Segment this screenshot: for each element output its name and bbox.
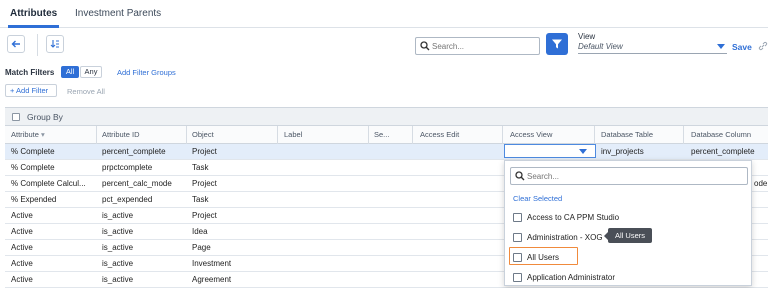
view-label: View xyxy=(578,32,596,41)
col-header-access-view[interactable]: Access View xyxy=(510,130,552,139)
group-by-icon xyxy=(12,113,20,121)
cell-attribute: Active xyxy=(11,259,33,268)
sort-asc-icon: ▾ xyxy=(41,130,45,139)
match-filters-label: Match Filters xyxy=(5,68,55,77)
toolbar-divider xyxy=(37,34,38,56)
cell-object: Project xyxy=(192,147,217,156)
funnel-icon xyxy=(552,39,562,49)
popup-search-box[interactable] xyxy=(510,167,748,185)
grid-header: Attribute ▾ Attribute ID Object Label Se… xyxy=(5,126,768,144)
caret-down-icon xyxy=(579,149,587,154)
tab-bar: Attributes Investment Parents xyxy=(0,0,768,28)
col-header-attribute[interactable]: Attribute ▾ xyxy=(11,130,45,139)
checkbox[interactable] xyxy=(513,213,522,222)
search-box[interactable] xyxy=(415,37,540,55)
col-header-access-edit[interactable]: Access Edit xyxy=(420,130,459,139)
view-select-value: Default View xyxy=(578,42,623,51)
cell-attribute-id: is_active xyxy=(102,243,134,252)
tab-attributes[interactable]: Attributes xyxy=(7,8,60,28)
search-icon xyxy=(420,41,430,51)
search-input[interactable] xyxy=(432,40,536,52)
save-button[interactable]: Save xyxy=(732,42,752,52)
option-label: Access to CA PPM Studio xyxy=(527,213,620,222)
option-label: Administration - XOG xyxy=(527,233,603,242)
col-header-object[interactable]: Object xyxy=(192,130,214,139)
filter-button[interactable] xyxy=(546,33,568,55)
col-header-label[interactable]: Label xyxy=(284,130,302,139)
access-view-dropdown[interactable] xyxy=(504,144,596,158)
cell-attribute: % Complete xyxy=(11,163,55,172)
cell-object: Idea xyxy=(192,227,208,236)
back-button[interactable] xyxy=(7,35,25,53)
col-header-attribute-id[interactable]: Attribute ID xyxy=(102,130,140,139)
cell-attribute: Active xyxy=(11,243,33,252)
cell-object: Task xyxy=(192,195,209,204)
clear-selected-link[interactable]: Clear Selected xyxy=(513,194,562,203)
cell-attribute: Active xyxy=(11,211,33,220)
option-label: Application Administrator xyxy=(527,273,616,282)
match-any-toggle[interactable]: Any xyxy=(80,66,102,78)
remove-all-button[interactable]: Remove All xyxy=(67,87,105,96)
option-label: All Users xyxy=(527,253,560,262)
cell-attribute-id: is_active xyxy=(102,211,134,220)
cell-attribute: % Complete xyxy=(11,147,55,156)
cell-database-column: percent_complete xyxy=(691,147,755,156)
sort-down-icon xyxy=(50,40,59,48)
add-filter-groups-link[interactable]: Add Filter Groups xyxy=(117,68,176,77)
cell-attribute-id: percent_calc_mode xyxy=(102,179,172,188)
cell-object: Task xyxy=(192,163,209,172)
sort-button[interactable] xyxy=(46,35,64,53)
tab-investment-parents[interactable]: Investment Parents xyxy=(75,8,161,19)
cell-object: Page xyxy=(192,243,211,252)
checkbox[interactable] xyxy=(513,273,522,282)
match-all-toggle[interactable]: All xyxy=(61,66,79,78)
arrow-left-icon xyxy=(11,40,20,48)
col-header-database-table[interactable]: Database Table xyxy=(601,130,653,139)
link-icon[interactable] xyxy=(758,41,768,51)
cell-attribute-id: percent_complete xyxy=(102,147,166,156)
popup-search-input[interactable] xyxy=(527,170,727,182)
search-icon xyxy=(515,171,525,181)
caret-down-icon xyxy=(717,44,725,49)
checkbox[interactable] xyxy=(513,233,522,242)
cell-attribute-id: is_active xyxy=(102,259,134,268)
cell-attribute: % Complete Calcul... xyxy=(11,179,86,188)
cell-attribute-id: is_active xyxy=(102,275,134,284)
view-select[interactable]: Default View xyxy=(578,41,727,54)
cell-attribute: Active xyxy=(11,275,33,284)
col-header-se[interactable]: Se... xyxy=(374,130,389,139)
cell-object: Investment xyxy=(192,259,232,268)
add-filter-button[interactable]: + Add Filter xyxy=(5,84,57,97)
col-header-database-column[interactable]: Database Column xyxy=(691,130,751,139)
cell-attribute-id: is_active xyxy=(102,227,134,236)
tooltip: All Users xyxy=(604,228,652,243)
checkbox[interactable] xyxy=(513,253,522,262)
group-by-label: Group By xyxy=(27,112,63,122)
cell-database-column: ode xyxy=(754,179,768,188)
cell-attribute-id: prpctcomplete xyxy=(102,163,153,172)
cell-attribute: Active xyxy=(11,227,33,236)
cell-attribute: % Expended xyxy=(11,195,57,204)
cell-object: Project xyxy=(192,179,217,188)
cell-object: Agreement xyxy=(192,275,232,284)
cell-database-table: inv_projects xyxy=(601,147,644,156)
cell-attribute-id: pct_expended xyxy=(102,195,153,204)
access-view-popup: Clear Selected Access to CA PPM Studio A… xyxy=(504,160,752,286)
cell-object: Project xyxy=(192,211,217,220)
group-by-bar[interactable]: Group By xyxy=(5,108,768,126)
table-row[interactable]: % Complete percent_complete Project inv_… xyxy=(5,144,768,160)
